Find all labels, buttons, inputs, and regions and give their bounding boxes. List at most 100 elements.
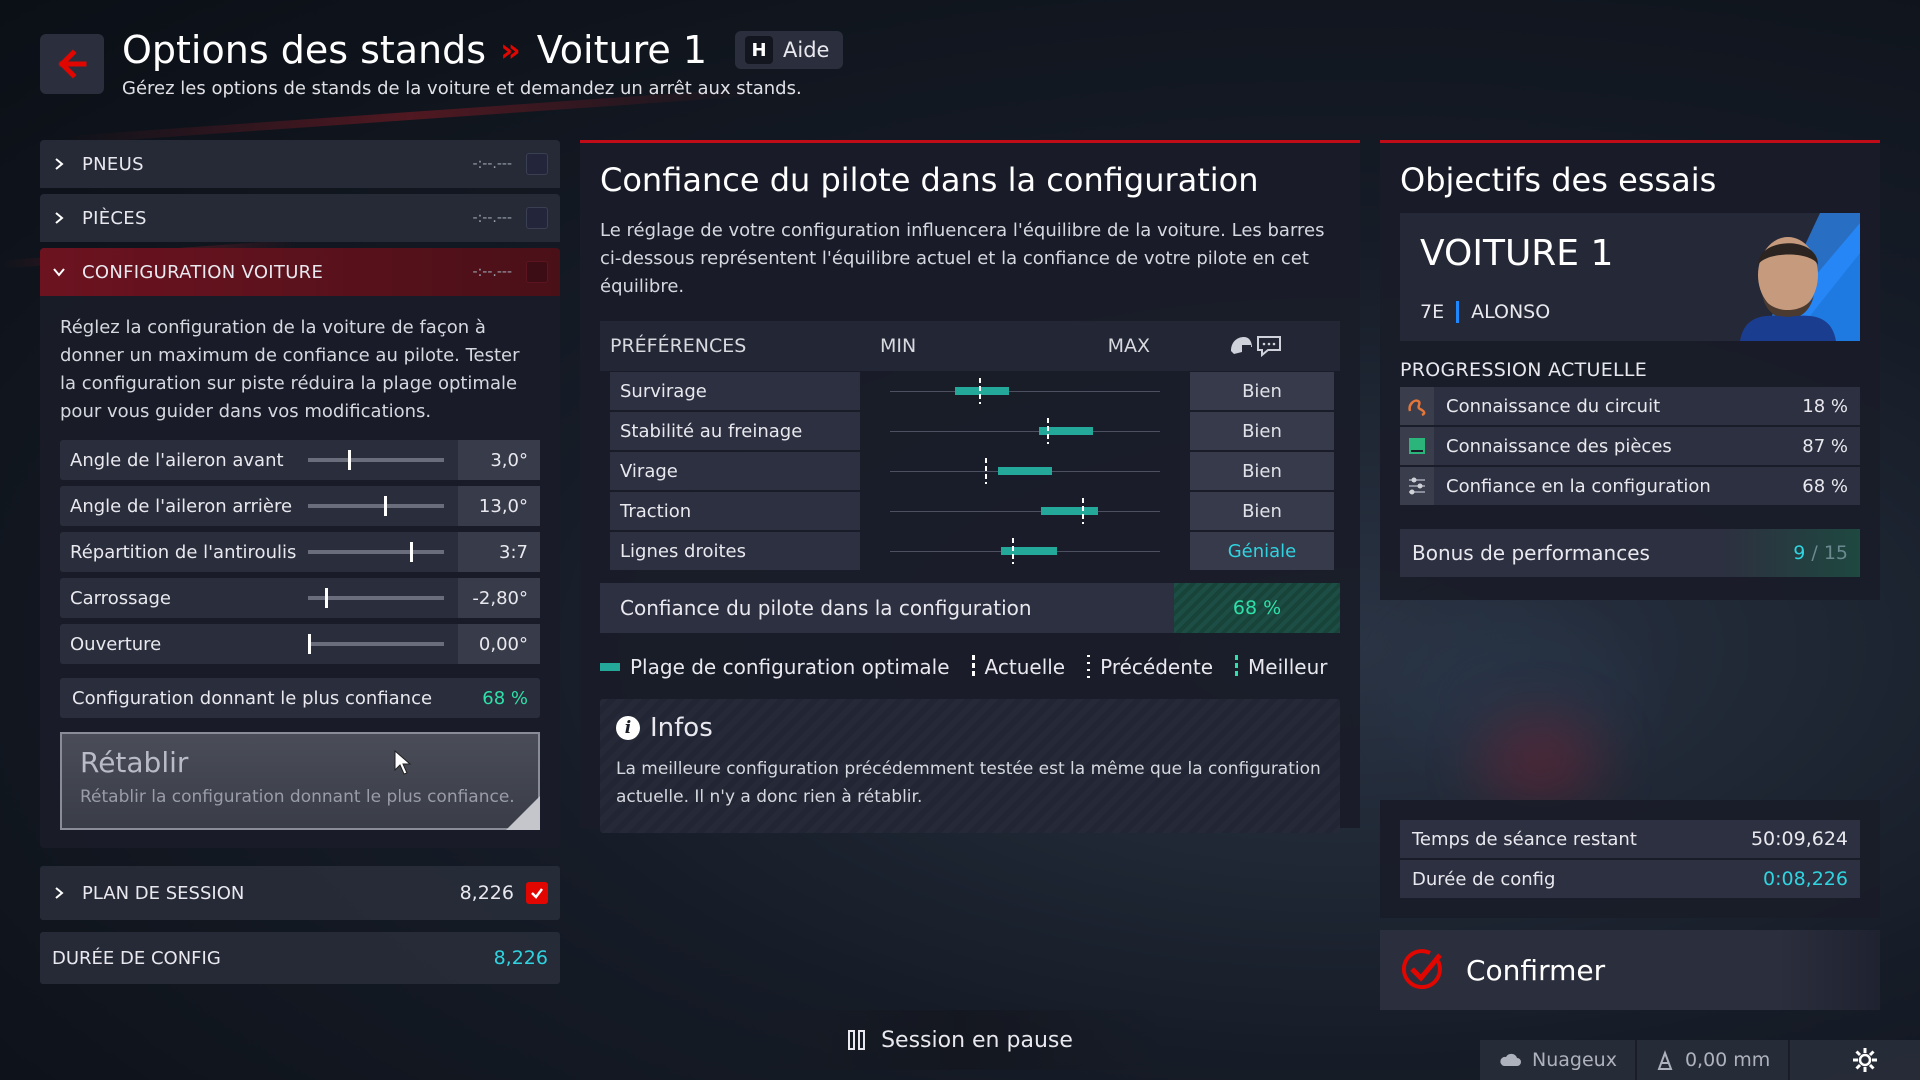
team-color-bar [1456, 301, 1460, 323]
current-marker [1046, 418, 1049, 444]
slider-track[interactable] [308, 450, 444, 470]
preference-bar [870, 492, 1180, 530]
infos-text: La meilleure configuration précédemment … [616, 759, 1321, 807]
section-checkbox[interactable] [526, 261, 548, 283]
bonus-value: 9 / 15 [1793, 542, 1848, 564]
table-row: Survirage Bien [600, 371, 1340, 411]
col-preferences: PRÉFÉRENCES [610, 335, 747, 357]
bonus-total: / 15 [1811, 542, 1848, 564]
section-checkbox[interactable] [526, 153, 548, 175]
slider-toe-out[interactable]: Ouverture 0,00° [60, 624, 540, 664]
preference-bar [870, 412, 1180, 450]
page-header: Options des stands » Voiture 1 H Aide [122, 28, 844, 72]
chevron-down-icon [53, 268, 65, 277]
config-duration-value: 0:08,226 [1763, 868, 1848, 890]
preference-label: Traction [610, 492, 860, 530]
slider-track[interactable] [308, 542, 444, 562]
slider-value: 3:7 [458, 532, 540, 572]
legend-optimal-label: Plage de configuration optimale [630, 655, 950, 679]
best-config-row: Configuration donnant le plus confiance … [60, 678, 540, 718]
slider-front-wing[interactable]: Angle de l'aileron avant 3,0° [60, 440, 540, 480]
bonus-label: Bonus de performances [1412, 541, 1650, 565]
slider-track[interactable] [308, 496, 444, 516]
page-title: Options des stands [122, 28, 487, 72]
chevron-right-icon [55, 887, 64, 899]
speech-bubble-icon [1257, 336, 1281, 357]
progress-value: 18 % [1802, 395, 1848, 417]
slider-value: 0,00° [458, 624, 540, 664]
setup-icon [1400, 467, 1434, 505]
driver-portrait-icon [1740, 213, 1860, 341]
preference-label: Virage [610, 452, 860, 490]
current-marker [979, 378, 982, 404]
progress-value: 87 % [1802, 435, 1848, 457]
session-plan-checkbox[interactable] [526, 882, 548, 904]
preference-bar [870, 532, 1180, 570]
back-button[interactable] [40, 34, 104, 94]
objectives-title: Objectifs des essais [1400, 161, 1717, 199]
breadcrumb-separator: » [500, 31, 521, 69]
progress-label: Connaissance du circuit [1446, 395, 1661, 417]
bar-baseline [890, 391, 1160, 392]
table-row: Stabilité au freinage Bien [600, 411, 1340, 451]
section-label: PNEUS [82, 153, 144, 175]
session-plan-label: PLAN DE SESSION [82, 882, 245, 904]
legend-optimal: Plage de configuration optimale [600, 655, 950, 679]
session-paused-indicator: Session en pause [760, 1010, 1160, 1070]
table-row: Virage Bien [600, 451, 1340, 491]
previous-marker-swatch [1087, 655, 1091, 679]
driver-name: ALONSO [1471, 301, 1551, 323]
slider-knob[interactable] [308, 634, 311, 654]
driver-confidence-panel: Confiance du pilote dans la configuratio… [580, 140, 1360, 833]
config-duration-label: Durée de config [1412, 868, 1556, 890]
panel-title: Confiance du pilote dans la configuratio… [600, 161, 1259, 199]
car-title: Voiture 1 [536, 28, 707, 72]
progress-row-parts: Connaissance des pièces 87 % [1400, 427, 1860, 465]
chevron-right-icon [55, 212, 64, 224]
slider-camber[interactable]: Carrossage -2,80° [60, 578, 540, 618]
reset-button[interactable]: Rétablir Rétablir la configuration donna… [60, 732, 540, 830]
settings-button[interactable] [1810, 1040, 1920, 1080]
left-panel: PNEUS -:--.--- PIÈCES -:--.--- CONFIGURA… [40, 140, 560, 984]
slider-knob[interactable] [347, 450, 351, 470]
slider-track[interactable] [308, 634, 444, 654]
section-parts[interactable]: PIÈCES -:--.--- [40, 194, 560, 242]
reset-title: Rétablir [80, 746, 189, 779]
weather-status: Nuageux [1480, 1040, 1637, 1080]
driver-card: VOITURE 1 7E ALONSO [1400, 213, 1860, 341]
helmet-icon [1231, 337, 1252, 354]
slider-knob[interactable] [410, 542, 414, 562]
slider-rear-wing[interactable]: Angle de l'aileron arrière 13,0° [60, 486, 540, 526]
slider-label: Répartition de l'antiroulis [70, 541, 297, 563]
slider-knob[interactable] [383, 496, 387, 516]
section-label: CONFIGURATION VOITURE [82, 261, 324, 283]
session-plan-row[interactable]: PLAN DE SESSION 8,226 [40, 866, 560, 920]
section-time: -:--.--- [472, 210, 512, 226]
driver-position: 7E [1420, 301, 1445, 323]
optimal-range [998, 467, 1052, 475]
section-car-setup[interactable]: CONFIGURATION VOITURE -:--.--- [40, 248, 560, 296]
arrow-left-icon [58, 49, 87, 79]
preferences-table: PRÉFÉRENCES MIN MAX Survirage Bien Stabi… [600, 321, 1340, 571]
help-button[interactable]: H Aide [735, 31, 844, 69]
rain-gauge-icon [1657, 1050, 1673, 1070]
section-tyres[interactable]: PNEUS -:--.--- [40, 140, 560, 188]
mouse-cursor-icon [394, 750, 412, 775]
optimal-range [1041, 507, 1098, 515]
info-icon: i [616, 716, 640, 740]
preference-rating: Géniale [1190, 532, 1334, 570]
session-plan-value: 8,226 [459, 882, 514, 904]
legend: Plage de configuration optimale Actuelle… [600, 655, 1340, 679]
optimal-range [1000, 547, 1058, 555]
current-marker [1011, 538, 1014, 564]
section-time: -:--.--- [472, 264, 512, 280]
bar-baseline [890, 431, 1160, 432]
confirm-button[interactable]: Confirmer [1380, 930, 1880, 1010]
slider-knob[interactable] [325, 588, 329, 608]
section-checkbox[interactable] [526, 207, 548, 229]
config-duration-label: DURÉE DE CONFIG [52, 947, 221, 969]
confidence-value: 68 % [1174, 583, 1340, 633]
current-marker [984, 458, 987, 484]
slider-anti-roll[interactable]: Répartition de l'antiroulis 3:7 [60, 532, 540, 572]
slider-track[interactable] [308, 588, 444, 608]
